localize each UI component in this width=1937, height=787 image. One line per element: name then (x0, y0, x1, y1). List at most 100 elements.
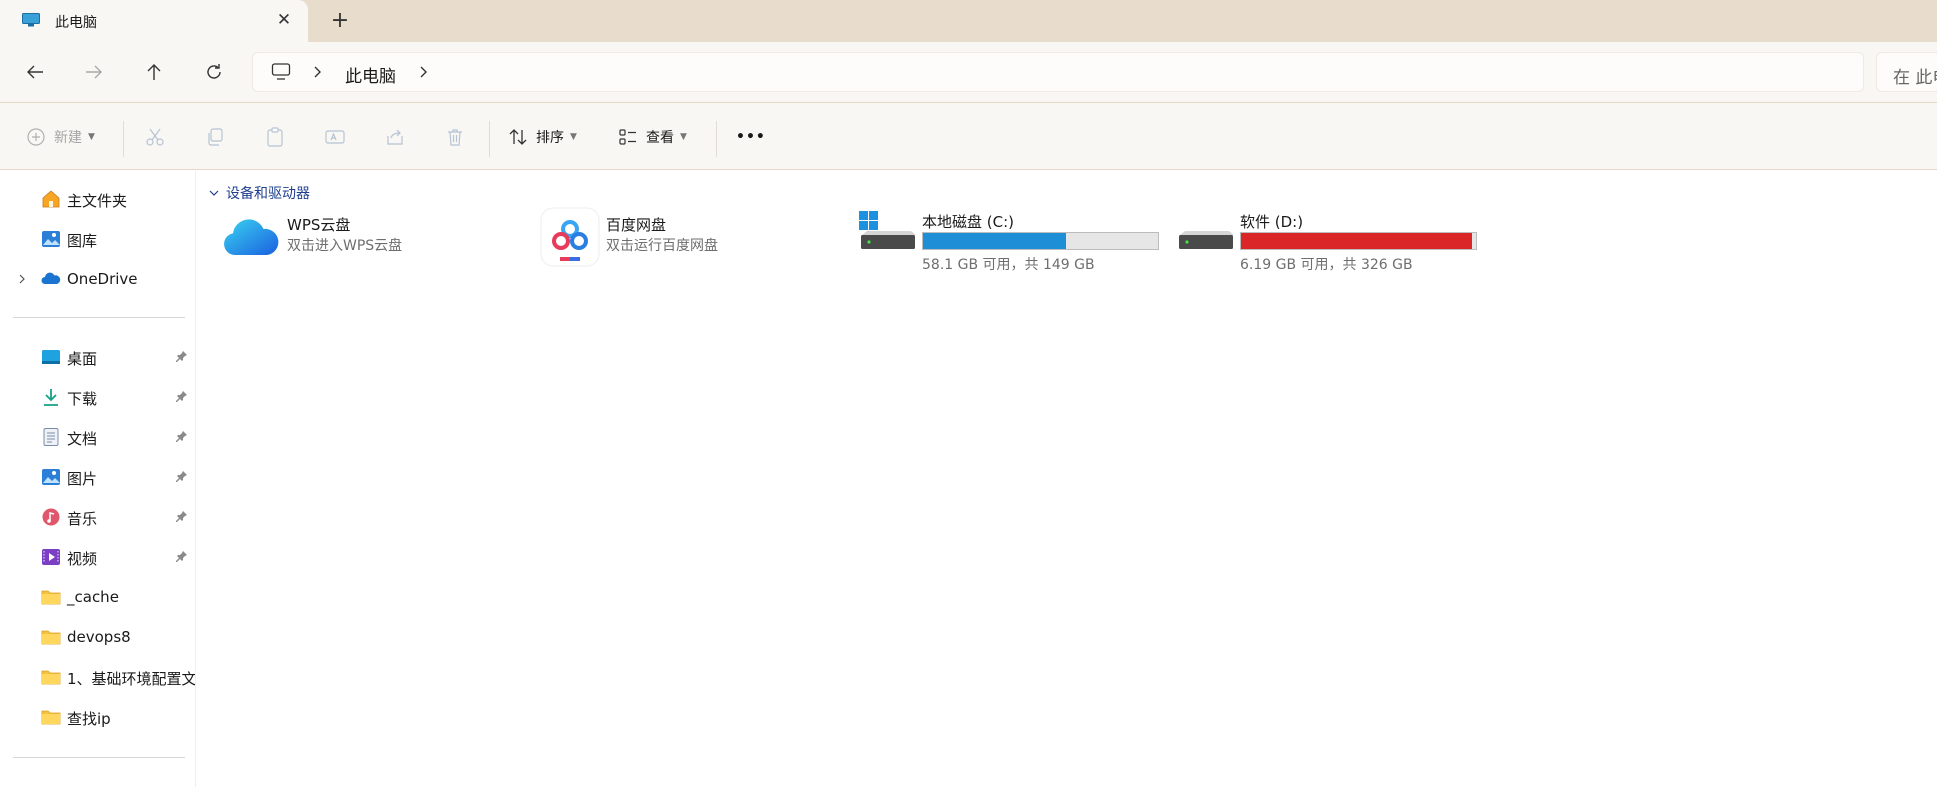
drive-icon (1179, 231, 1234, 249)
capacity-bar (1240, 232, 1477, 250)
pin-icon[interactable] (176, 390, 188, 402)
divider (716, 121, 717, 157)
drive-name: 软件 (D:) (1240, 213, 1304, 231)
clipboard-icon (267, 127, 283, 147)
sidebar-item-documents[interactable]: 文档 (0, 419, 196, 455)
sidebar-item-label: 音乐 (67, 510, 98, 528)
capacity-bar (922, 232, 1159, 250)
chevron-right-icon[interactable] (311, 63, 325, 81)
arrow-right-icon (86, 65, 102, 79)
content-area: 设备和驱动器 WPS云盘 双击进入WPS云盘 百度网盘 双击运行百度网盘 本地磁… (197, 171, 1937, 787)
sidebar-item-label: 图库 (67, 232, 98, 250)
windows-drive-icon (859, 211, 916, 249)
navigation-bar: 此电脑 在 此电脑 中搜索 (0, 42, 1937, 102)
close-tab-icon[interactable]: ✕ (274, 10, 294, 30)
tab-this-pc[interactable]: 此电脑 ✕ (0, 0, 308, 42)
video-icon (42, 549, 60, 565)
chevron-right-icon[interactable] (417, 63, 431, 81)
refresh-icon (207, 64, 221, 79)
sidebar-item-label: devops8 (67, 628, 131, 646)
command-bar: 新建 ▼ 排序 ▼ 查看 ▼ ••• (0, 102, 1937, 170)
chevron-right-icon[interactable] (16, 272, 28, 286)
share-icon (387, 129, 403, 145)
drive-subtitle: 6.19 GB 可用，共 326 GB (1240, 257, 1413, 273)
plus-circle-icon (27, 128, 45, 146)
view-button[interactable]: 查看 ▼ (618, 119, 687, 155)
sidebar-item-devops8[interactable]: devops8 (0, 619, 196, 655)
sidebar-item-desktop[interactable]: 桌面 (0, 339, 196, 375)
share-button[interactable] (385, 119, 405, 155)
copy-icon (208, 128, 223, 146)
chevron-down-icon: ▼ (570, 132, 577, 142)
forward-button[interactable] (74, 56, 114, 88)
sidebar-item-label: 查找ip (67, 710, 111, 728)
chevron-down-icon: ▼ (680, 132, 687, 142)
sidebar-item-videos[interactable]: 视频 (0, 539, 196, 575)
drive-name: 本地磁盘 (C:) (922, 213, 1014, 231)
delete-button[interactable] (445, 119, 465, 155)
more-options-button[interactable]: ••• (736, 119, 766, 155)
paste-button[interactable] (265, 119, 285, 155)
search-placeholder: 在 此电脑 中搜索 (1893, 68, 1937, 88)
refresh-button[interactable] (194, 56, 234, 88)
sidebar-item-label: 主文件夹 (67, 192, 128, 210)
folder-icon (41, 670, 61, 685)
home-icon (42, 190, 60, 208)
pictures-icon (42, 469, 60, 485)
cut-button[interactable] (145, 119, 165, 155)
new-label: 新建 (54, 130, 82, 146)
drive-name: WPS云盘 (287, 216, 351, 234)
drive-tile-software-d[interactable]: 软件 (D:) 6.19 GB 可用，共 326 GB (1177, 211, 1477, 275)
pin-icon[interactable] (176, 550, 188, 562)
up-button[interactable] (134, 56, 174, 88)
folder-icon (41, 590, 61, 605)
drive-subtitle: 双击进入WPS云盘 (287, 238, 403, 254)
pc-icon (271, 63, 291, 80)
back-button[interactable] (15, 56, 55, 88)
copy-button[interactable] (205, 119, 225, 155)
group-header[interactable]: 设备和驱动器 (208, 183, 310, 203)
sidebar-item-label: 下载 (67, 390, 98, 408)
new-tab-button[interactable]: + (326, 10, 354, 34)
trash-icon (448, 129, 462, 146)
pin-icon[interactable] (176, 470, 188, 482)
arrow-up-icon (147, 64, 161, 80)
sidebar-item-label: 文档 (67, 430, 98, 448)
search-input[interactable]: 在 此电脑 中搜索 (1876, 52, 1937, 92)
breadcrumb-this-pc[interactable]: 此电脑 (345, 62, 396, 87)
drive-name: 百度网盘 (606, 216, 667, 234)
download-icon (44, 389, 58, 406)
new-button[interactable]: 新建 ▼ (26, 119, 95, 155)
sidebar-item-label: OneDrive (67, 270, 138, 288)
sort-button[interactable]: 排序 ▼ (508, 119, 577, 155)
sidebar-item-home[interactable]: 主文件夹 (0, 181, 196, 217)
pin-icon[interactable] (176, 430, 188, 442)
divider (123, 121, 124, 157)
folder-icon (41, 630, 61, 645)
address-bar[interactable]: 此电脑 (252, 52, 1864, 92)
sidebar-item-env-config[interactable]: 1、基础环境配置文 (0, 659, 196, 695)
group-title: 设备和驱动器 (226, 186, 310, 202)
rename-icon (325, 130, 345, 144)
pin-icon[interactable] (176, 350, 188, 362)
document-icon (43, 428, 59, 446)
sidebar-item-downloads[interactable]: 下载 (0, 379, 196, 415)
sidebar-item-music[interactable]: 音乐 (0, 499, 196, 535)
chevron-down-icon[interactable] (208, 188, 220, 198)
drive-subtitle: 双击运行百度网盘 (606, 238, 718, 254)
sidebar-item-find-ip[interactable]: 查找ip (0, 699, 196, 735)
drive-tile-local-c[interactable]: 本地磁盘 (C:) 58.1 GB 可用，共 149 GB (859, 211, 1159, 275)
desktop-icon (42, 350, 60, 364)
pin-icon[interactable] (176, 510, 188, 522)
sidebar-divider (13, 317, 185, 318)
baidu-netdisk-icon (540, 207, 600, 267)
drive-tile-wps-cloud[interactable]: WPS云盘 双击进入WPS云盘 (221, 207, 511, 271)
sidebar-item-gallery[interactable]: 图库 (0, 221, 196, 257)
sidebar-item-cache[interactable]: _cache (0, 579, 196, 615)
sidebar-item-pictures[interactable]: 图片 (0, 459, 196, 495)
chevron-down-icon: ▼ (88, 132, 95, 142)
drive-tile-baidu-netdisk[interactable]: 百度网盘 双击运行百度网盘 (540, 207, 830, 271)
rename-button[interactable] (325, 119, 345, 155)
sidebar-item-onedrive[interactable]: OneDrive (0, 261, 196, 297)
sort-label: 排序 (536, 130, 564, 146)
